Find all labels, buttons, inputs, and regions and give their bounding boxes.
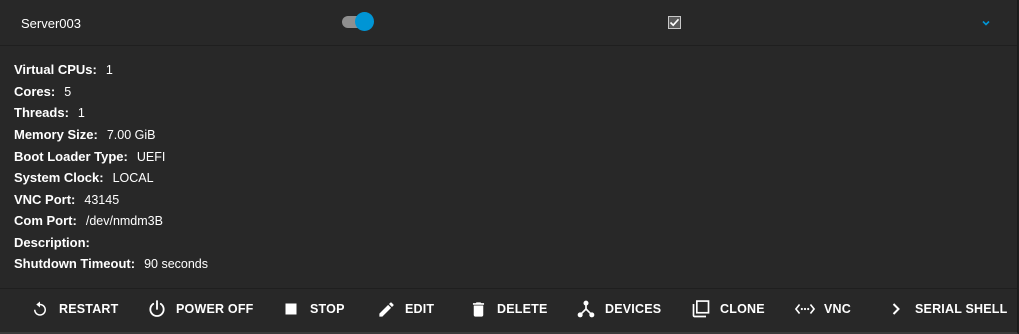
detail-label: Com Port:: [14, 213, 77, 228]
detail-cores: Cores: 5: [14, 82, 71, 102]
vnc-button[interactable]: VNC: [795, 289, 851, 329]
restart-icon: [30, 299, 50, 319]
checkmark-icon: [669, 18, 680, 27]
detail-memory-size: Memory Size: 7.00 GiB: [14, 125, 155, 145]
detail-system-clock: System Clock: LOCAL: [14, 168, 154, 188]
restart-button[interactable]: RESTART: [30, 289, 119, 329]
vm-card: Server003 Virtual CPUs: 1 Cores: 5 Threads…: [0, 0, 1018, 334]
detail-com-port: Com Port: /dev/nmdm3B: [14, 211, 163, 231]
chevron-down-icon[interactable]: [980, 15, 992, 26]
detail-label: Description:: [14, 235, 90, 250]
vm-state-toggle[interactable]: [341, 12, 375, 32]
detail-value: LOCAL: [112, 171, 154, 185]
detail-label: Threads:: [14, 105, 69, 120]
serial-shell-button[interactable]: SERIAL SHELL: [886, 289, 1007, 329]
detail-label: VNC Port:: [14, 192, 76, 207]
delete-button[interactable]: DELETE: [468, 289, 548, 329]
detail-value: 1: [77, 106, 85, 120]
stop-button[interactable]: STOP: [281, 289, 345, 329]
detail-value: /dev/nmdm3B: [85, 214, 163, 228]
stop-label: STOP: [310, 302, 345, 316]
serial-shell-label: SERIAL SHELL: [915, 302, 1008, 316]
detail-vnc-port: VNC Port: 43145: [14, 190, 119, 210]
vm-name: Server003: [21, 16, 81, 31]
restart-label: RESTART: [59, 302, 119, 316]
detail-value: 90 seconds: [144, 257, 209, 271]
detail-boot-loader-type: Boot Loader Type: UEFI: [14, 147, 165, 167]
devices-label: DEVICES: [605, 302, 662, 316]
edit-label: EDIT: [405, 302, 435, 316]
vm-actions-bar: RESTART POWER OFF STOP EDIT DELETE DEVIC…: [0, 288, 1017, 329]
detail-description: Description:: [14, 233, 99, 253]
clone-label: CLONE: [720, 302, 765, 316]
vnc-icon: [795, 299, 815, 319]
clone-icon: [691, 299, 711, 319]
toggle-thumb: [355, 12, 374, 31]
detail-label: Virtual CPUs:: [14, 62, 97, 77]
clone-button[interactable]: CLONE: [691, 289, 765, 329]
stop-icon: [281, 299, 301, 319]
detail-label: Memory Size:: [14, 127, 98, 142]
autostart-checkbox[interactable]: [668, 16, 681, 29]
vm-card-header[interactable]: Server003: [0, 0, 1017, 46]
detail-label: System Clock:: [14, 170, 104, 185]
devices-icon: [576, 299, 596, 319]
detail-value: 1: [105, 63, 113, 77]
detail-threads: Threads: 1: [14, 103, 85, 123]
chevron-right-icon: [886, 299, 906, 319]
delete-label: DELETE: [497, 302, 548, 316]
detail-label: Cores:: [14, 84, 56, 99]
vnc-label: VNC: [824, 302, 851, 316]
pencil-icon: [376, 299, 396, 319]
power-off-button[interactable]: POWER OFF: [147, 289, 254, 329]
devices-button[interactable]: DEVICES: [576, 289, 661, 329]
detail-label: Boot Loader Type:: [14, 149, 128, 164]
detail-value: UEFI: [136, 150, 166, 164]
detail-value: 7.00 GiB: [106, 128, 156, 142]
detail-value: 5: [64, 85, 72, 99]
detail-shutdown-timeout: Shutdown Timeout: 90 seconds: [14, 254, 208, 274]
edit-button[interactable]: EDIT: [376, 289, 434, 329]
detail-value: 43145: [84, 193, 120, 207]
power-icon: [147, 299, 167, 319]
trash-icon: [468, 299, 488, 319]
detail-virtual-cpus: Virtual CPUs: 1: [14, 60, 113, 80]
detail-label: Shutdown Timeout:: [14, 256, 136, 271]
power-off-label: POWER OFF: [176, 302, 254, 316]
